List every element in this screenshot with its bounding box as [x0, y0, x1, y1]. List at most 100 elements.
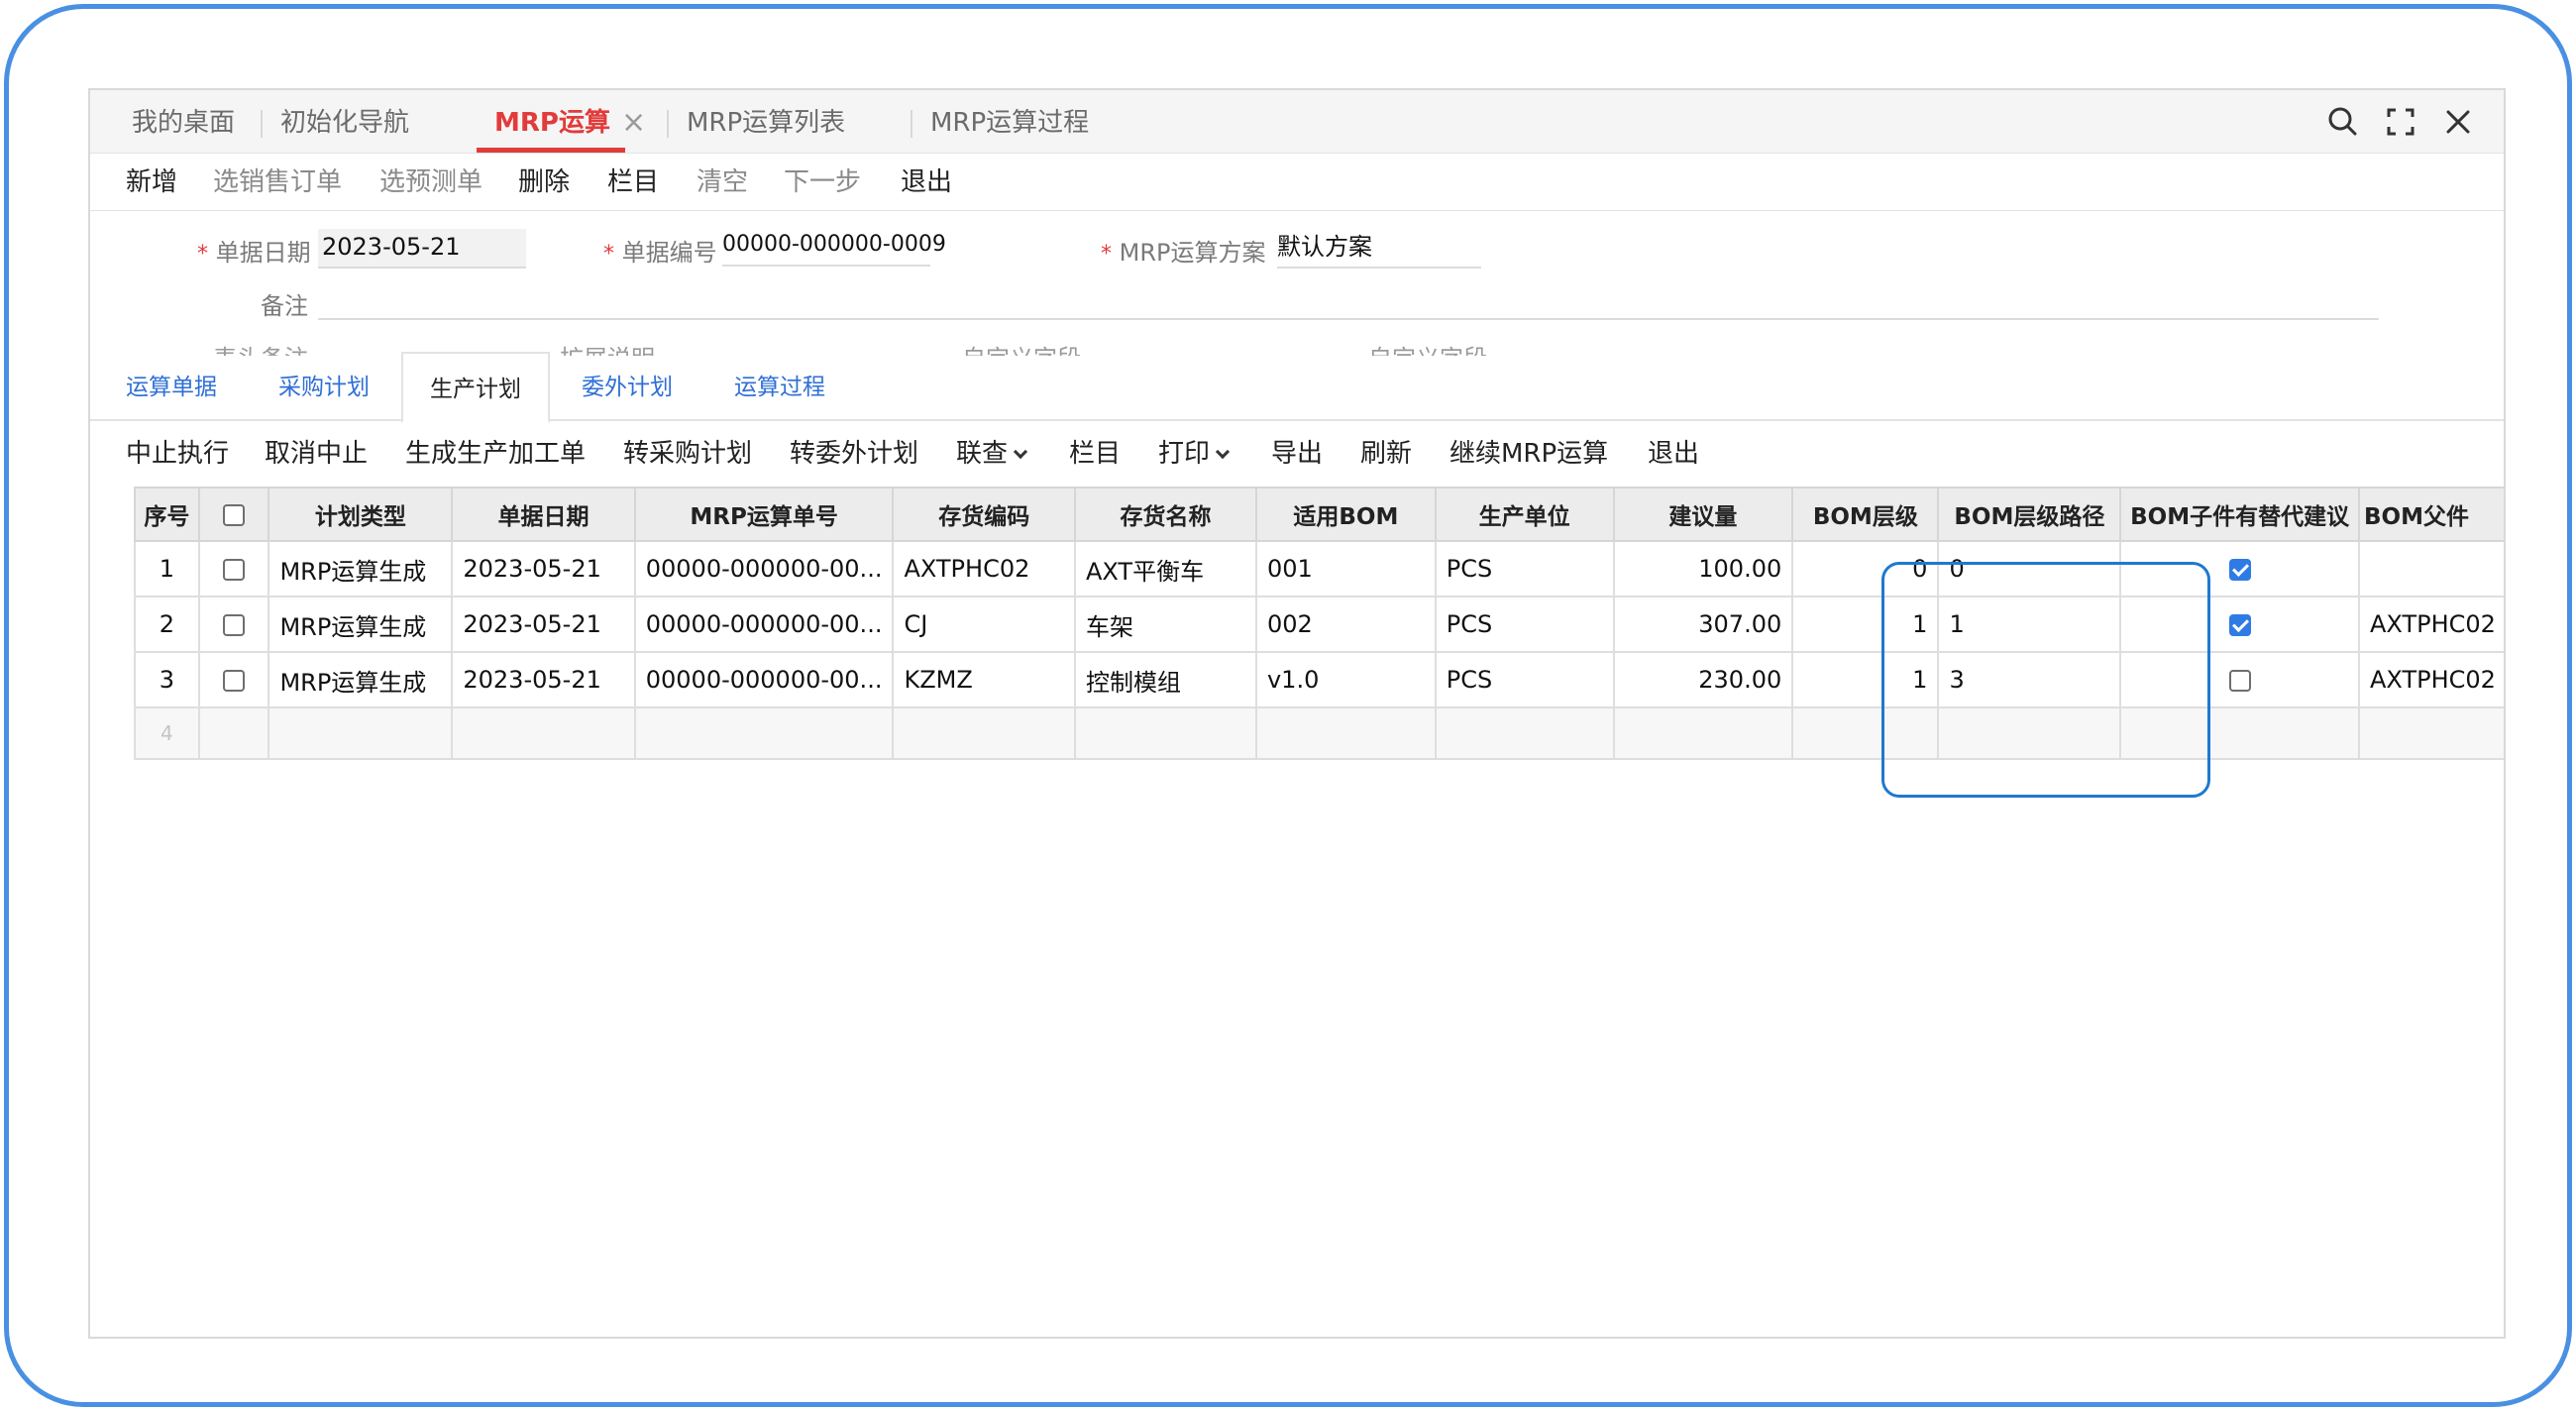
chevron-down-icon — [1013, 444, 1028, 460]
tab-mrp-list[interactable]: MRP运算列表 — [687, 90, 845, 154]
col-header-mrp-no[interactable]: MRP运算单号 — [633, 487, 895, 542]
empty-cell[interactable] — [1612, 706, 1794, 760]
row-checkbox[interactable] — [223, 559, 246, 581]
clear-button[interactable]: 清空 — [697, 154, 748, 211]
tab-outsourcing-plan[interactable]: 委外计划 — [582, 352, 673, 421]
print-dropdown[interactable]: 打印 — [1158, 423, 1231, 485]
select-all-checkbox[interactable] — [223, 503, 246, 526]
number-field[interactable]: 00000-000000-0009 — [722, 227, 946, 267]
tab-separator — [261, 110, 263, 138]
row-checkbox[interactable] — [223, 670, 246, 692]
cell-unit: PCS — [1434, 596, 1615, 653]
cell-bom-path: 3 — [1937, 651, 2122, 708]
select-sales-order-button[interactable]: 选销售订单 — [213, 154, 342, 211]
to-outsourcing-plan-button[interactable]: 转委外计划 — [790, 423, 918, 485]
cell-bom: 002 — [1254, 596, 1437, 653]
col-header-bom[interactable]: 适用BOM — [1254, 487, 1437, 542]
date-field[interactable]: 2023-05-21 — [318, 229, 526, 269]
cell-bom: 001 — [1254, 540, 1437, 597]
tab-my-desktop[interactable]: 我的桌面 — [132, 90, 235, 154]
empty-cell[interactable] — [268, 706, 454, 760]
col-header-parent[interactable]: BOM父件 — [2358, 487, 2504, 542]
row-select[interactable] — [197, 596, 270, 653]
fullscreen-icon[interactable] — [2381, 102, 2420, 142]
col-header-bom-path[interactable]: BOM层级路径 — [1937, 487, 2122, 542]
tab-mrp-process[interactable]: MRP运算过程 — [930, 90, 1089, 154]
plan-toolbar: 中止执行 取消中止 生成生产加工单 转采购计划 转委外计划 联查 栏目 打印 导… — [90, 423, 2504, 485]
close-icon[interactable] — [2438, 102, 2478, 142]
linked-query-dropdown[interactable]: 联查 — [956, 423, 1028, 485]
table-row-empty[interactable]: 4 — [134, 706, 2504, 760]
empty-cell[interactable] — [633, 706, 895, 760]
table-row[interactable]: 2 MRP运算生成 2023-05-21 00000-000000-00... … — [134, 596, 2504, 653]
next-step-button[interactable]: 下一步 — [784, 154, 861, 211]
substitute-checkbox[interactable] — [2228, 559, 2251, 581]
add-button[interactable]: 新增 — [126, 154, 177, 211]
remark-label: 备注 — [261, 292, 308, 320]
row-select[interactable] — [197, 651, 270, 708]
empty-cell[interactable] — [1791, 706, 1940, 760]
search-icon[interactable] — [2323, 102, 2363, 142]
col-header-bom-level[interactable]: BOM层级 — [1791, 487, 1940, 542]
empty-cell[interactable] — [1434, 706, 1615, 760]
row-checkbox[interactable] — [223, 614, 246, 636]
empty-cell[interactable] — [197, 706, 270, 760]
empty-cell[interactable] — [1254, 706, 1437, 760]
generate-work-order-button[interactable]: 生成生产加工单 — [405, 423, 586, 485]
cell-date: 2023-05-21 — [451, 540, 636, 597]
to-purchase-plan-button[interactable]: 转采购计划 — [623, 423, 752, 485]
col-header-plan-type[interactable]: 计划类型 — [268, 487, 454, 542]
col-header-unit[interactable]: 生产单位 — [1434, 487, 1615, 542]
col-header-item-code[interactable]: 存货编码 — [892, 487, 1076, 542]
select-forecast-button[interactable]: 选预测单 — [379, 154, 483, 211]
substitute-checkbox[interactable] — [2228, 670, 2251, 692]
cell-qty: 100.00 — [1612, 540, 1794, 597]
remark-field[interactable] — [318, 280, 2379, 320]
continue-mrp-button[interactable]: 继续MRP运算 — [1449, 423, 1608, 485]
table-header-row: 序号 计划类型 单据日期 MRP运算单号 存货编码 存货名称 适用BOM 生产单… — [134, 487, 2504, 542]
cell-bom-level: 1 — [1791, 596, 1940, 653]
tab-purchase-plan[interactable]: 采购计划 — [278, 352, 370, 421]
col-header-qty[interactable]: 建议量 — [1612, 487, 1794, 542]
sub-tab-bar: 运算单据 采购计划 生产计划 委外计划 运算过程 — [90, 352, 2504, 423]
tab-calc-process[interactable]: 运算过程 — [734, 352, 825, 421]
tab-init-navigation[interactable]: 初始化导航 — [280, 90, 409, 154]
production-plan-table: 序号 计划类型 单据日期 MRP运算单号 存货编码 存货名称 适用BOM 生产单… — [134, 487, 2504, 764]
table-row[interactable]: 1 MRP运算生成 2023-05-21 00000-000000-00... … — [134, 540, 2504, 597]
scheme-field[interactable]: 默认方案 — [1277, 229, 1481, 269]
refresh-button[interactable]: 刷新 — [1360, 423, 1412, 485]
empty-cell[interactable] — [892, 706, 1076, 760]
cell-mrp-no: 00000-000000-00... — [633, 651, 895, 708]
col-header-date[interactable]: 单据日期 — [451, 487, 636, 542]
stop-execution-button[interactable]: 中止执行 — [126, 423, 229, 485]
cell-item-name: AXT平衡车 — [1073, 540, 1257, 597]
columns-button[interactable]: 栏目 — [607, 154, 659, 211]
col-header-item-name[interactable]: 存货名称 — [1073, 487, 1257, 542]
col-header-substitute[interactable]: BOM子件有替代建议 — [2119, 487, 2361, 542]
empty-cell[interactable] — [1073, 706, 1257, 760]
col-header-seq[interactable]: 序号 — [134, 487, 200, 542]
cancel-stop-button[interactable]: 取消中止 — [265, 423, 368, 485]
export-button[interactable]: 导出 — [1271, 423, 1323, 485]
tab-mrp-calculation[interactable]: MRP运算 — [494, 90, 610, 154]
cell-unit: PCS — [1434, 651, 1615, 708]
delete-button[interactable]: 删除 — [518, 154, 570, 211]
exit-button[interactable]: 退出 — [1648, 423, 1699, 485]
table-row[interactable]: 3 MRP运算生成 2023-05-21 00000-000000-00... … — [134, 651, 2504, 708]
tab-separator — [911, 110, 912, 138]
tab-calc-documents[interactable]: 运算单据 — [126, 352, 217, 421]
col-header-select-all[interactable] — [197, 487, 270, 542]
empty-cell[interactable] — [1937, 706, 2122, 760]
tab-close-icon[interactable]: × — [621, 90, 646, 154]
active-tab-indicator — [477, 148, 625, 153]
empty-cell[interactable] — [451, 706, 636, 760]
cell-item-name: 车架 — [1073, 596, 1257, 653]
tab-production-plan[interactable]: 生产计划 — [401, 352, 550, 423]
empty-cell[interactable] — [2119, 706, 2361, 760]
row-select[interactable] — [197, 540, 270, 597]
substitute-checkbox[interactable] — [2228, 614, 2251, 636]
columns-button[interactable]: 栏目 — [1069, 423, 1121, 485]
row-seq: 2 — [134, 596, 200, 653]
empty-cell[interactable] — [2358, 706, 2504, 760]
exit-button[interactable]: 退出 — [901, 154, 952, 211]
